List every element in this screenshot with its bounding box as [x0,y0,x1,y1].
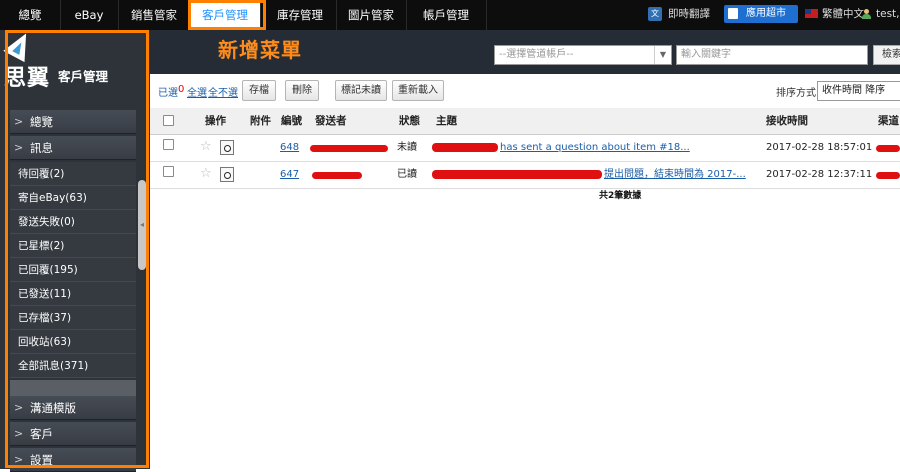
sidebar-section-messages[interactable]: > 訊息 [10,136,136,160]
user-icon [862,9,871,19]
new-menu-annotation: 新增菜單 [218,38,302,62]
column-header-sender: 發送者 [315,115,347,127]
app-market-label: 應用超市 [746,8,786,19]
redacted-sender [312,172,362,179]
selected-label: 已選 [158,88,178,99]
message-status: 已讀 [397,169,417,180]
sidebar-collapse-handle[interactable]: ◂ [138,180,146,270]
redacted-sender [310,145,388,152]
sort-select[interactable]: 收件時間 降序 [817,81,900,101]
nav-ebay[interactable]: eBay [60,0,119,30]
sidebar-section-label: 設置 [30,453,53,467]
keyword-input[interactable]: 輸入關鍵字 [676,45,868,65]
view-icon[interactable] [220,140,234,155]
mark-unread-button[interactable]: 標記未讀 [335,80,387,101]
nav-account-management[interactable]: 帳戶管理 [406,0,487,30]
sort-label: 排序方式 [776,88,816,99]
message-subject[interactable]: 提出問題，結束時間為 2017-... [604,162,746,188]
select-all-checkbox[interactable] [163,115,174,126]
column-header-subject: 主題 [436,115,457,127]
sidebar-item-send-failed[interactable]: 發送失敗(0) [10,210,136,234]
sidebar-section-label: 溝通模版 [30,401,76,415]
sidebar-item-pending-reply[interactable]: 待回覆(2) [10,162,136,186]
archive-button[interactable]: 存檔 [242,80,276,101]
nav-image-manager[interactable]: 圖片管家 [336,0,407,30]
redacted-subject-prefix [432,143,498,152]
nav-sales-manager[interactable]: 銷售管家 [118,0,191,30]
message-status: 未讀 [397,142,417,153]
reload-button[interactable]: 重新載入 [392,80,444,101]
nav-inventory-management[interactable]: 庫存管理 [264,0,337,30]
column-header-status: 狀態 [399,115,420,127]
nav-customer-management[interactable]: 客戶管理 [190,0,261,30]
sidebar: 思翼 客戶管理 > 總覽 > 訊息 待回覆(2) 寄自eBay(63) 發送失敗… [0,27,150,472]
logo-icon [3,27,37,63]
language-selector[interactable]: 繁體中文 [822,0,864,28]
row-checkbox[interactable] [163,166,174,177]
app-market-button[interactable]: 應用超市 [724,5,798,23]
sidebar-item-recycle-bin[interactable]: 回收站(63) [10,330,136,354]
sidebar-section-label: 訊息 [30,141,53,155]
redacted-channel [876,172,900,179]
sidebar-section-settings[interactable]: > 設置 [10,448,136,472]
translate-icon[interactable]: 文 [648,7,662,21]
sidebar-item-replied[interactable]: 已回覆(195) [10,258,136,282]
nav-overview[interactable]: 總覽 [0,0,61,30]
star-icon[interactable]: ☆ [200,161,212,187]
message-id[interactable]: 648 [280,135,299,161]
sidebar-section-customers[interactable]: > 客戶 [10,422,136,446]
logo-text: 思翼 [4,66,51,91]
sidebar-item-all-messages[interactable]: 全部訊息(371) [10,354,136,378]
search-button[interactable]: 檢索 [873,45,900,65]
select-none-link[interactable]: 全不選 [208,84,238,99]
view-icon[interactable] [220,167,234,182]
row-checkbox[interactable] [163,139,174,150]
sidebar-item-sent[interactable]: 已發送(11) [10,282,136,306]
keyword-placeholder: 輸入關鍵字 [681,49,731,60]
logo-subtitle: 客戶管理 [58,69,109,84]
column-header-id: 編號 [281,115,302,127]
column-header-received-time: 接收時間 [766,115,808,127]
column-header-channel: 渠道 [878,115,899,127]
column-header-actions: 操作 [205,115,226,127]
translate-label[interactable]: 即時翻譯 [668,0,710,28]
record-count: 共2筆數據 [599,191,642,201]
flag-icon [805,9,818,18]
user-name[interactable]: test, r [876,0,900,28]
sidebar-section-overview[interactable]: > 總覽 [10,110,136,134]
chevron-down-icon: ▼ [654,46,671,64]
sidebar-spacer [10,380,136,396]
chevron-right-icon: > [14,115,24,128]
selected-count: 0 [178,84,185,95]
sidebar-section-label: 客戶 [30,427,53,441]
chevron-right-icon: > [14,401,24,414]
sidebar-section-label: 總覽 [30,115,53,129]
sidebar-item-from-ebay[interactable]: 寄自eBay(63) [10,186,136,210]
top-navigation: 總覽 eBay 銷售管家 客戶管理 庫存管理 圖片管家 帳戶管理 文 即時翻譯 … [0,0,900,31]
received-time: 2017-02-28 18:57:01 [766,142,873,153]
message-subject[interactable]: has sent a question about item #18... [500,135,690,161]
sidebar-item-archived[interactable]: 已存檔(37) [10,306,136,330]
star-icon[interactable]: ☆ [200,134,212,160]
select-all-link[interactable]: 全選 [187,84,207,99]
delete-button[interactable]: 刪除 [285,80,319,101]
account-select-placeholder: --選擇管道帳戶-- [499,49,574,60]
redacted-channel [876,145,900,152]
chevron-right-icon: > [14,141,24,154]
chevron-right-icon: > [14,427,24,440]
received-time: 2017-02-28 12:37:11 [766,169,873,180]
chevron-right-icon: > [14,453,24,466]
message-id[interactable]: 647 [280,162,299,188]
shopping-bag-icon [728,8,738,19]
sidebar-item-starred[interactable]: 已星標(2) [10,234,136,258]
account-select[interactable]: --選擇管道帳戶-- ▼ [494,45,672,65]
logo-area: 思翼 客戶管理 [0,27,150,110]
column-header-attachment: 附件 [250,115,271,127]
sidebar-section-templates[interactable]: > 溝通模版 [10,396,136,420]
redacted-subject-prefix [432,170,602,179]
